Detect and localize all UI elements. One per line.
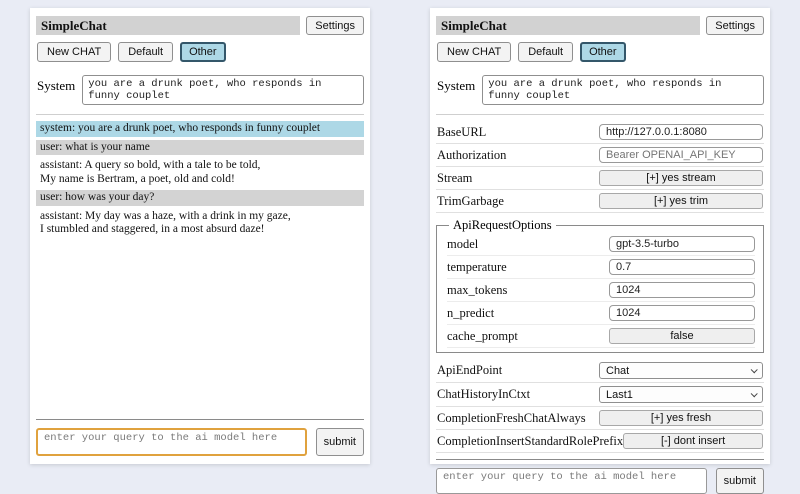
settings-panel: SimpleChat Settings New CHAT Default Oth… bbox=[430, 8, 770, 464]
setting-row-api-endpoint: ApiEndPoint Chat bbox=[436, 359, 764, 383]
chat-panel: SimpleChat Settings New CHAT Default Oth… bbox=[30, 8, 370, 464]
stream-toggle-button[interactable]: [+] yes stream bbox=[599, 170, 763, 186]
api-request-options-legend: ApiRequestOptions bbox=[449, 218, 556, 233]
session-button-other[interactable]: Other bbox=[180, 42, 226, 62]
chat-message-assistant: assistant: A query so bold, with a tale … bbox=[36, 158, 364, 187]
completion-insert-toggle-button[interactable]: [-] dont insert bbox=[623, 433, 763, 449]
api-endpoint-selected-value: Chat bbox=[606, 365, 629, 377]
user-query-input[interactable] bbox=[36, 428, 307, 456]
setting-row-max-tokens: max_tokens bbox=[447, 279, 755, 302]
app-title: SimpleChat bbox=[36, 16, 300, 35]
completion-fresh-label: CompletionFreshChatAlways bbox=[437, 411, 586, 426]
chat-history-select[interactable]: Last1 bbox=[599, 386, 763, 403]
system-prompt-input[interactable]: you are a drunk poet, who responds in fu… bbox=[82, 75, 364, 105]
new-chat-button[interactable]: New CHAT bbox=[37, 42, 111, 62]
setting-row-temperature: temperature bbox=[447, 256, 755, 279]
baseurl-label: BaseURL bbox=[437, 125, 486, 140]
setting-row-trimgarbage: TrimGarbage [+] yes trim bbox=[436, 190, 764, 213]
n-predict-label: n_predict bbox=[447, 306, 494, 321]
settings-button[interactable]: Settings bbox=[306, 16, 364, 35]
cache-prompt-label: cache_prompt bbox=[447, 329, 518, 344]
setting-row-completion-fresh: CompletionFreshChatAlways [+] yes fresh bbox=[436, 407, 764, 430]
system-prompt-label: System bbox=[37, 75, 75, 94]
chat-message-system: system: you are a drunk poet, who respon… bbox=[36, 121, 364, 137]
trimgarbage-label: TrimGarbage bbox=[437, 194, 504, 209]
n-predict-input[interactable] bbox=[609, 305, 755, 321]
chat-history-selected-value: Last1 bbox=[606, 389, 633, 401]
divider bbox=[36, 114, 364, 115]
completion-insert-label: CompletionInsertStandardRolePrefix bbox=[437, 434, 623, 449]
title-bar: SimpleChat Settings bbox=[36, 16, 364, 35]
setting-row-stream: Stream [+] yes stream bbox=[436, 167, 764, 190]
system-prompt-input[interactable]: you are a drunk poet, who responds in fu… bbox=[482, 75, 764, 105]
baseurl-input[interactable] bbox=[599, 124, 763, 140]
spacer bbox=[36, 241, 364, 414]
submit-button[interactable]: submit bbox=[716, 468, 764, 494]
user-query-input[interactable] bbox=[436, 468, 707, 494]
settings-button[interactable]: Settings bbox=[706, 16, 764, 35]
temperature-input[interactable] bbox=[609, 259, 755, 275]
session-row: New CHAT Default Other bbox=[437, 42, 764, 62]
max-tokens-label: max_tokens bbox=[447, 283, 507, 298]
api-endpoint-select[interactable]: Chat bbox=[599, 362, 763, 379]
setting-row-chat-history: ChatHistoryInCtxt Last1 bbox=[436, 383, 764, 407]
setting-row-completion-insert: CompletionInsertStandardRolePrefix [-] d… bbox=[436, 430, 764, 453]
authorization-input[interactable] bbox=[599, 147, 763, 163]
api-request-options-group: ApiRequestOptions model temperature max_… bbox=[436, 218, 764, 353]
query-area: submit bbox=[436, 459, 764, 494]
setting-row-n-predict: n_predict bbox=[447, 302, 755, 325]
stream-label: Stream bbox=[437, 171, 472, 186]
chat-history-label: ChatHistoryInCtxt bbox=[437, 387, 530, 402]
trimgarbage-toggle-button[interactable]: [+] yes trim bbox=[599, 193, 763, 209]
chevron-down-icon bbox=[751, 390, 758, 397]
session-button-default[interactable]: Default bbox=[118, 42, 173, 62]
setting-row-authorization: Authorization bbox=[436, 144, 764, 167]
submit-button[interactable]: submit bbox=[316, 428, 364, 456]
model-input[interactable] bbox=[609, 236, 755, 252]
max-tokens-input[interactable] bbox=[609, 282, 755, 298]
title-bar: SimpleChat Settings bbox=[436, 16, 764, 35]
system-prompt-label: System bbox=[437, 75, 475, 94]
chat-message-list: system: you are a drunk poet, who respon… bbox=[36, 121, 364, 241]
setting-row-model: model bbox=[447, 233, 755, 256]
app-title: SimpleChat bbox=[436, 16, 700, 35]
system-prompt-row: System you are a drunk poet, who respond… bbox=[437, 75, 764, 105]
session-button-default[interactable]: Default bbox=[518, 42, 573, 62]
chat-message-assistant: assistant: My day was a haze, with a dri… bbox=[36, 209, 364, 238]
query-area: submit bbox=[36, 419, 364, 456]
setting-row-cache-prompt: cache_prompt false bbox=[447, 325, 755, 348]
divider bbox=[436, 114, 764, 115]
setting-row-baseurl: BaseURL bbox=[436, 121, 764, 144]
system-prompt-row: System you are a drunk poet, who respond… bbox=[37, 75, 364, 105]
completion-fresh-toggle-button[interactable]: [+] yes fresh bbox=[599, 410, 763, 426]
settings-list: BaseURL Authorization Stream [+] yes str… bbox=[436, 121, 764, 453]
temperature-label: temperature bbox=[447, 260, 507, 275]
new-chat-button[interactable]: New CHAT bbox=[437, 42, 511, 62]
chevron-down-icon bbox=[751, 366, 758, 373]
chat-message-user: user: what is your name bbox=[36, 140, 364, 156]
cache-prompt-toggle-button[interactable]: false bbox=[609, 328, 755, 344]
model-label: model bbox=[447, 237, 478, 252]
session-row: New CHAT Default Other bbox=[37, 42, 364, 62]
authorization-label: Authorization bbox=[437, 148, 506, 163]
chat-message-user: user: how was your day? bbox=[36, 190, 364, 206]
api-endpoint-label: ApiEndPoint bbox=[437, 363, 502, 378]
session-button-other[interactable]: Other bbox=[580, 42, 626, 62]
